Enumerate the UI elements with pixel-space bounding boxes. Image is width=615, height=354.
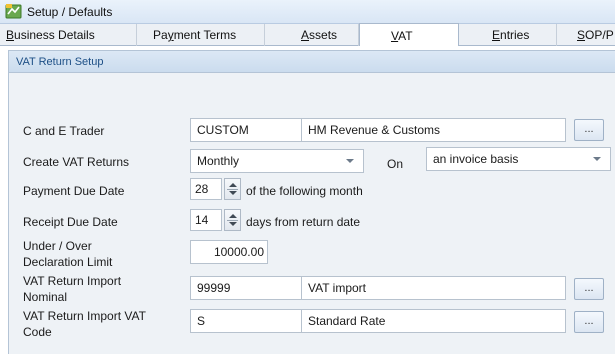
import-nominal-name-field: VAT import xyxy=(301,276,566,300)
chevron-down-icon xyxy=(593,157,601,161)
import-nominal-code-field[interactable]: 99999 xyxy=(190,276,302,300)
tab-label-rest: ntries xyxy=(500,28,530,42)
create-vat-returns-label: Create VAT Returns xyxy=(23,155,130,169)
spin-down-icon xyxy=(229,222,237,226)
vat-return-setup-panel: VAT Return Setup C and E Trader CUSTOM H… xyxy=(8,50,615,354)
payment-due-date-field[interactable]: 28 xyxy=(190,178,222,200)
import-vat-code-label-line2: Code xyxy=(23,325,52,339)
app-icon xyxy=(5,4,22,19)
declaration-limit-field[interactable]: 10000.00 xyxy=(190,240,268,264)
tab-label-rest: usiness Details xyxy=(14,28,95,42)
vat-basis-value: an invoice basis xyxy=(433,152,519,166)
create-vat-returns-dropdown[interactable]: Monthly xyxy=(190,149,364,173)
chevron-down-icon xyxy=(346,159,354,163)
c-and-e-trader-code-field[interactable]: CUSTOM xyxy=(190,118,302,142)
import-vat-code-name-field: Standard Rate xyxy=(301,309,566,333)
tab-access-key: E xyxy=(492,28,501,42)
declaration-limit-label-line1: Under / Over xyxy=(23,239,92,253)
tab-access-key: S xyxy=(577,28,586,42)
import-nominal-label-line2: Nominal xyxy=(23,290,68,304)
tab-assets[interactable]: Assets xyxy=(265,24,359,46)
tab-payment-terms[interactable]: Payment Terms xyxy=(137,24,265,46)
tab-business-details[interactable]: Business Details xyxy=(0,24,137,46)
c-and-e-trader-label: C and E Trader xyxy=(23,124,105,138)
on-label: On xyxy=(387,157,404,171)
payment-due-date-label: Payment Due Date xyxy=(23,184,125,198)
panel-header: VAT Return Setup xyxy=(9,51,615,73)
tab-access-key: A xyxy=(301,28,310,42)
spin-up-icon xyxy=(229,214,237,218)
spin-down-icon xyxy=(229,191,237,195)
tab-label-rest: OP/P xyxy=(585,28,614,42)
import-vat-code-field[interactable]: S xyxy=(190,309,302,333)
receipt-due-date-suffix: days from return date xyxy=(246,215,361,229)
tab-sop-pop[interactable]: SOP/P xyxy=(557,24,615,46)
import-nominal-browse-button[interactable]: ... xyxy=(574,278,604,300)
tab-vat[interactable]: VAT xyxy=(359,23,459,46)
vat-basis-dropdown[interactable]: an invoice basis xyxy=(426,147,611,171)
payment-due-date-suffix: of the following month xyxy=(246,184,363,198)
c-and-e-trader-name-field: HM Revenue & Customs xyxy=(301,118,566,142)
spin-divider xyxy=(227,189,238,190)
payment-due-date-stepper[interactable] xyxy=(224,178,241,200)
tab-label-rest: ssets xyxy=(309,28,338,42)
window-title: Setup / Defaults xyxy=(27,5,113,19)
receipt-due-date-label: Receipt Due Date xyxy=(23,215,118,229)
c-and-e-trader-browse-button[interactable]: ... xyxy=(574,119,604,141)
import-vat-code-label-line1: VAT Return Import VAT xyxy=(23,309,146,323)
import-vat-code-browse-button[interactable]: ... xyxy=(574,311,604,333)
panel-title: VAT Return Setup xyxy=(16,56,104,68)
tab-entries[interactable]: Entries xyxy=(459,24,557,46)
spin-divider xyxy=(227,220,238,221)
receipt-due-date-stepper[interactable] xyxy=(224,209,241,231)
tab-label-pre: Pa xyxy=(153,28,168,42)
spin-up-icon xyxy=(229,183,237,187)
tab-label-rest: AT xyxy=(398,29,413,43)
create-vat-returns-value: Monthly xyxy=(197,154,240,168)
import-nominal-label-line1: VAT Return Import xyxy=(23,274,122,288)
declaration-limit-label-line2: Declaration Limit xyxy=(23,255,113,269)
tab-bar: Business Details Payment Terms Assets VA… xyxy=(0,23,615,46)
tab-access-key: B xyxy=(6,28,15,42)
tab-label-rest: ment Terms xyxy=(173,28,237,42)
window-titlebar: Setup / Defaults xyxy=(0,0,615,24)
receipt-due-date-field[interactable]: 14 xyxy=(190,209,222,231)
